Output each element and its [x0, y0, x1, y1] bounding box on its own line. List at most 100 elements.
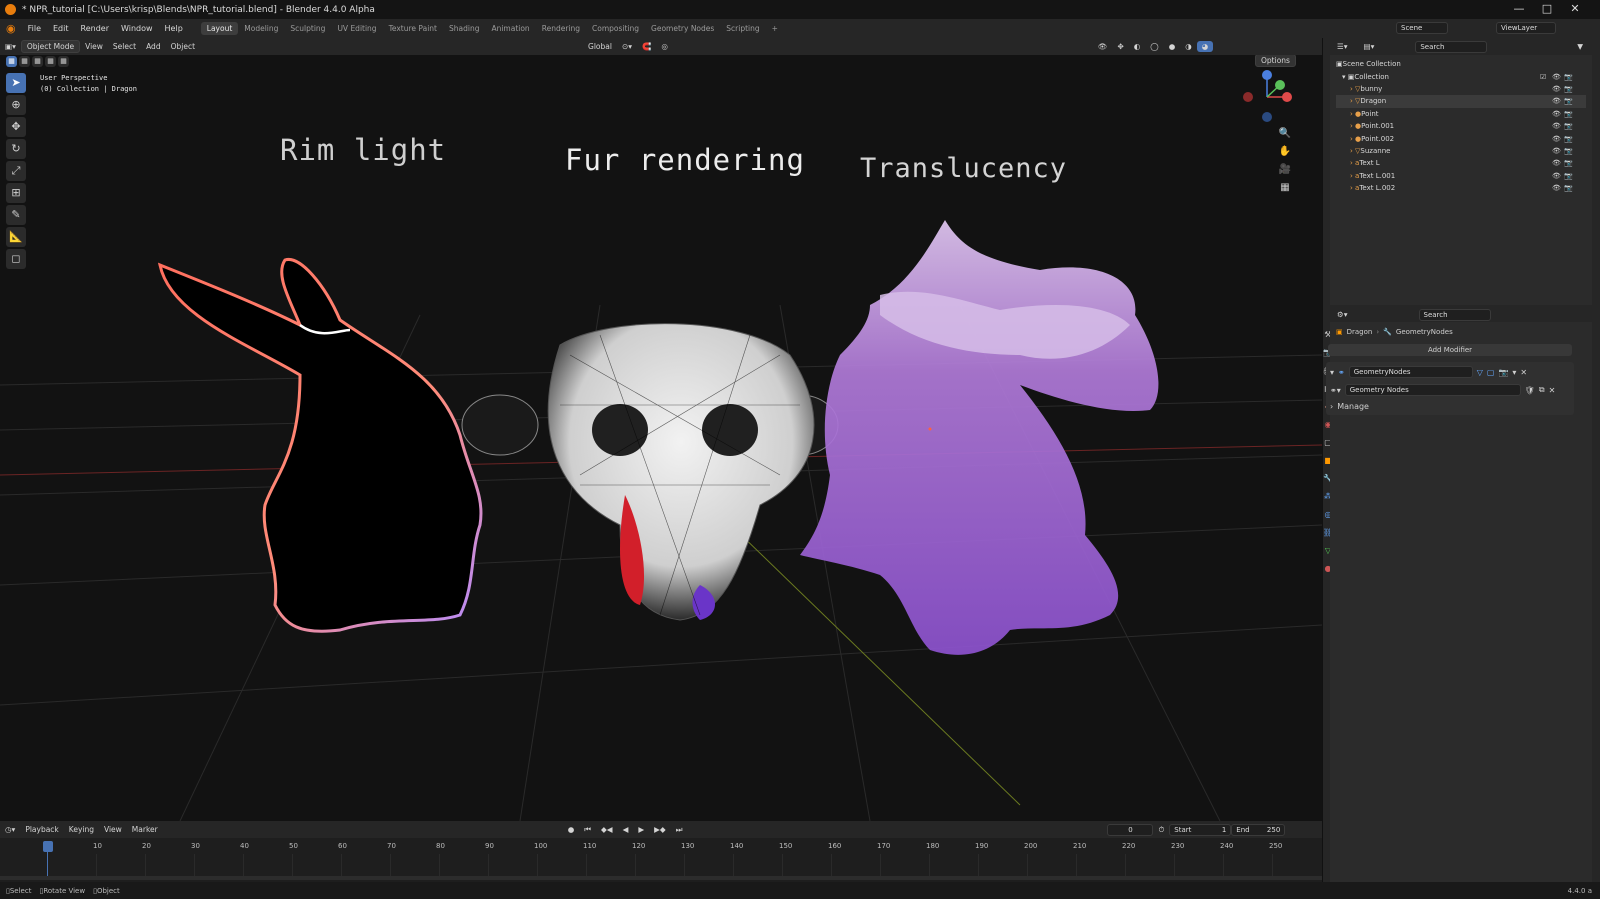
manage-panel[interactable]: › Manage [1330, 402, 1570, 411]
menu-keying[interactable]: Keying [64, 824, 99, 835]
render-toggle-icon[interactable]: 📷 [1498, 368, 1508, 377]
current-frame-field[interactable]: 0 [1107, 823, 1154, 836]
menu-playback[interactable]: Playback [20, 824, 63, 835]
fake-user-icon[interactable]: 🛡 [1525, 386, 1535, 395]
outliner-item-suzanne[interactable]: › ▽ Suzanne 👁 📷 [1336, 145, 1586, 157]
close-button[interactable]: ✕ [1562, 2, 1588, 17]
modifier-dropdown-icon[interactable]: ▾ [1512, 368, 1516, 377]
measure-tool-icon[interactable]: 📐 [6, 227, 26, 247]
suzanne-object[interactable] [461, 323, 839, 621]
annotate-tool-icon[interactable]: ✎ [6, 205, 26, 225]
tab-layout[interactable]: Layout [200, 22, 239, 35]
menu-help[interactable]: Help [159, 24, 189, 33]
menu-marker[interactable]: Marker [127, 824, 163, 835]
outliner-item-bunny[interactable]: › ▽ bunny 👁 📷 [1336, 83, 1586, 95]
proportional-edit-icon[interactable]: ◎ [656, 41, 673, 52]
add-workspace-icon[interactable]: + [766, 22, 784, 35]
grid-toggle-icon[interactable]: ▦ [1278, 179, 1292, 197]
duplicate-icon[interactable]: ⧉ [1539, 385, 1545, 395]
outliner-item-point[interactable]: › ● Point 👁 📷 [1336, 108, 1586, 120]
menu-window[interactable]: Window [115, 24, 159, 33]
eye-icon[interactable]: 👁 [1552, 73, 1561, 81]
collapse-icon[interactable]: ▾ [1330, 368, 1334, 377]
3d-viewport[interactable]: Rim light Fur rendering Translucency Opt… [0, 55, 1322, 821]
transform-orientation[interactable]: Global [583, 41, 617, 52]
camera-icon[interactable]: 📷 [1564, 184, 1573, 192]
eye-icon[interactable]: 👁 [1552, 122, 1561, 130]
gizmo-icon[interactable]: ✥ [1112, 41, 1128, 52]
scene-text-rim[interactable]: Rim light [280, 133, 446, 167]
node-group-field[interactable]: Geometry Nodes [1344, 384, 1521, 396]
eye-icon[interactable]: 👁 [1552, 172, 1561, 180]
select-box-mode-icon[interactable]: ▦ [6, 56, 17, 67]
timeline-editor-icon[interactable]: ◷▾ [0, 824, 20, 835]
camera-icon[interactable]: 📷 [1564, 97, 1573, 105]
tab-geometry-nodes[interactable]: Geometry Nodes [645, 22, 720, 35]
prev-keyframe-icon[interactable]: ◆◀ [596, 824, 618, 835]
eye-icon[interactable]: 👁 [1552, 184, 1561, 192]
visibility-icon[interactable]: 👁 [1093, 41, 1113, 52]
outliner-item-text-l[interactable]: › a Text L 👁 📷 [1336, 157, 1586, 169]
menu-file[interactable]: File [22, 24, 47, 33]
eye-icon[interactable]: 👁 [1552, 85, 1561, 93]
overlay-icon[interactable]: ◐ [1129, 41, 1146, 52]
outliner-item-text-l-002[interactable]: › a Text L.002 👁 📷 [1336, 182, 1586, 194]
eye-icon[interactable]: 👁 [1552, 110, 1561, 118]
timeline-scrollbar[interactable] [0, 876, 1322, 880]
scene-text-translucency[interactable]: Translucency [860, 153, 1067, 184]
view-layer-selector[interactable]: ViewLayer [1496, 22, 1556, 34]
scale-tool-icon[interactable]: ⤢ [6, 161, 26, 181]
select-difference-icon[interactable]: ▦ [45, 56, 56, 67]
add-cube-tool-icon[interactable]: ◻ [6, 249, 26, 269]
display-mode-icon[interactable]: ▤▾ [1359, 41, 1380, 52]
tab-sculpting[interactable]: Sculpting [284, 22, 331, 35]
jump-end-icon[interactable]: ⏭ [671, 824, 688, 836]
camera-icon[interactable]: 📷 [1564, 159, 1573, 167]
pivot-icon[interactable]: ⊙▾ [617, 41, 637, 52]
eye-icon[interactable]: 👁 [1552, 97, 1561, 105]
select-extend-icon[interactable]: ▦ [19, 56, 30, 67]
camera-icon[interactable]: 📷 [1564, 85, 1573, 93]
outliner-item-point-002[interactable]: › ● Point.002 👁 📷 [1336, 132, 1586, 144]
tab-texture-paint[interactable]: Texture Paint [383, 22, 443, 35]
menu-add[interactable]: Add [141, 41, 166, 52]
select-intersect-icon[interactable]: ▦ [58, 56, 69, 67]
play-icon[interactable]: ▶ [633, 824, 649, 835]
tab-rendering[interactable]: Rendering [536, 22, 586, 35]
shading-rendered-icon[interactable]: ◕ [1196, 41, 1214, 52]
select-tool-icon[interactable]: ➤ [6, 73, 26, 93]
viewport-toggle-icon[interactable]: ▢ [1487, 368, 1495, 377]
jump-start-icon[interactable]: ⏮ [579, 824, 596, 836]
properties-search-input[interactable]: Search [1418, 308, 1491, 321]
mode-selector[interactable]: Object Mode [20, 40, 81, 53]
outliner-item-point-001[interactable]: › ● Point.001 👁 📷 [1336, 120, 1586, 132]
scene-selector[interactable]: Scene [1396, 22, 1448, 34]
filter-icon[interactable]: ▼ [1572, 41, 1588, 52]
camera-icon[interactable]: 📷 [1564, 135, 1573, 143]
outliner-item-text-l-001[interactable]: › a Text L.001 👁 📷 [1336, 170, 1586, 182]
modifier-remove-icon[interactable]: ✕ [1520, 368, 1527, 377]
camera-icon[interactable]: 📷 [1564, 147, 1573, 155]
next-keyframe-icon[interactable]: ▶◆ [649, 824, 671, 835]
scene-collection-row[interactable]: ▣ Scene Collection [1336, 58, 1586, 70]
shading-wireframe-icon[interactable]: ◯ [1145, 41, 1163, 52]
playhead[interactable] [43, 841, 53, 852]
unlink-icon[interactable]: ✕ [1549, 386, 1556, 395]
minimize-button[interactable]: — [1506, 2, 1532, 17]
move-tool-icon[interactable]: ✥ [6, 117, 26, 137]
stopwatch-icon[interactable]: ⏱ [1153, 824, 1169, 836]
menu-select[interactable]: Select [108, 41, 141, 52]
eye-icon[interactable]: 👁 [1552, 147, 1561, 155]
navigation-gizmo[interactable] [1243, 70, 1292, 122]
play-reverse-icon[interactable]: ◀ [618, 824, 634, 835]
rotate-tool-icon[interactable]: ↻ [6, 139, 26, 159]
menu-timeline-view[interactable]: View [99, 824, 127, 835]
start-frame-field[interactable]: Start 1 [1169, 823, 1232, 836]
menu-edit[interactable]: Edit [47, 24, 75, 33]
shading-material-icon[interactable]: ◑ [1180, 41, 1197, 52]
camera-icon[interactable]: 📷 [1564, 122, 1573, 130]
eye-icon[interactable]: 👁 [1552, 135, 1561, 143]
edit-mode-toggle-icon[interactable]: ▽ [1477, 368, 1483, 377]
camera-icon[interactable]: 📷 [1564, 110, 1573, 118]
collection-row[interactable]: ▾ ▣ Collection ☑ 👁 📷 [1336, 70, 1586, 82]
